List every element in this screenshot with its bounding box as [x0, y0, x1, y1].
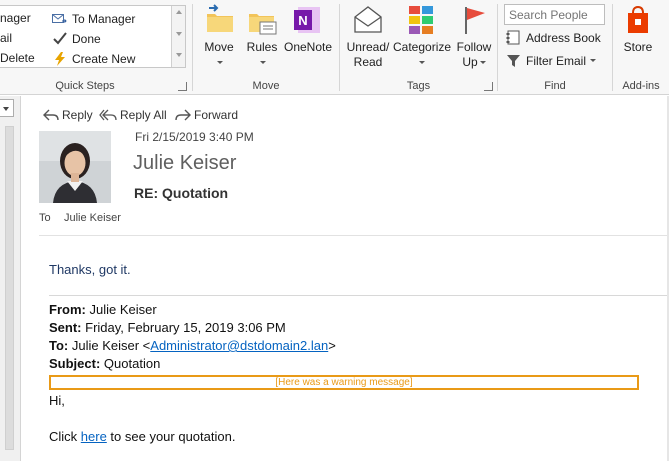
- message-body: Thanks, got it. From: Julie Keiser Sent:…: [22, 96, 669, 461]
- warning-banner: [Here was a warning message]: [49, 375, 639, 390]
- address-book-button[interactable]: Address Book: [506, 30, 601, 45]
- quick-step-to-manager-partial[interactable]: nager: [0, 11, 31, 25]
- unread-read-button[interactable]: Unread/ Read: [344, 4, 392, 70]
- rules-dropdown-icon: [260, 61, 266, 65]
- follow-up-dropdown-icon: [479, 61, 486, 65]
- envelope-arrow-icon: [52, 11, 67, 26]
- here-link[interactable]: here: [81, 429, 107, 444]
- more-icon[interactable]: [176, 53, 182, 57]
- folder-pane-collapsed: [0, 96, 21, 461]
- onenote-button[interactable]: N OneNote: [282, 4, 334, 55]
- tags-label: Tags: [406, 80, 431, 92]
- quote-divider: [49, 295, 669, 296]
- scroll-up-icon[interactable]: [176, 10, 182, 14]
- click-here-line: Click here to see your quotation.: [49, 429, 236, 444]
- rules-folder-icon: [246, 4, 278, 36]
- tags-launcher-icon[interactable]: [484, 82, 493, 91]
- greeting-text: Hi,: [49, 393, 65, 408]
- move-dropdown-icon: [217, 61, 223, 65]
- store-button[interactable]: Store: [617, 4, 659, 55]
- move-button[interactable]: Move: [201, 4, 237, 70]
- flag-icon: [458, 4, 490, 36]
- store-bag-icon: [622, 4, 654, 36]
- onenote-icon: N: [292, 4, 324, 36]
- move-folder-icon: [203, 4, 235, 36]
- quick-step-done[interactable]: Done: [52, 31, 101, 46]
- quoted-sent-line: Sent: Friday, February 15, 2019 3:06 PM: [49, 320, 286, 335]
- categorize-icon: [405, 4, 437, 36]
- lightning-icon: [52, 51, 67, 66]
- quick-steps-gallery: nager To Manager ail Done Delete Create …: [0, 5, 186, 68]
- quick-step-create-new[interactable]: Create New: [52, 51, 135, 66]
- quoted-from-line: From: Julie Keiser: [49, 302, 157, 317]
- addins-label: Add-ins: [622, 80, 660, 92]
- follow-up-button[interactable]: Follow Up: [452, 4, 496, 70]
- quick-step-to-manager[interactable]: To Manager: [52, 11, 135, 26]
- ribbon: nager To Manager ail Done Delete Create …: [0, 0, 669, 95]
- filter-funnel-icon: [506, 53, 521, 68]
- scroll-down-icon[interactable]: [176, 32, 182, 36]
- tags-group: Unread/ Read Categorize Follow Up Tags: [340, 0, 497, 95]
- quick-step-delete-partial[interactable]: Delete: [0, 51, 35, 65]
- quick-steps-label: Quick Steps: [55, 80, 115, 92]
- envelope-open-icon: [352, 4, 384, 36]
- rules-button[interactable]: Rules: [244, 4, 280, 70]
- filter-email-dropdown-icon: [590, 59, 597, 62]
- filter-email-button[interactable]: Filter Email: [506, 53, 597, 68]
- categorize-button[interactable]: Categorize: [393, 4, 451, 70]
- quick-steps-launcher-icon[interactable]: [178, 82, 187, 91]
- quick-steps-scroll[interactable]: [171, 6, 185, 67]
- message-list-scrollbar[interactable]: [5, 126, 14, 450]
- reading-pane: Reply Reply All Forward Fri 2/15/2019 3:…: [22, 96, 669, 461]
- reply-text: Thanks, got it.: [49, 262, 131, 277]
- address-book-icon: [506, 30, 521, 45]
- quick-steps-group: nager To Manager ail Done Delete Create …: [0, 0, 192, 95]
- categorize-dropdown-icon: [419, 61, 425, 65]
- find-label: Find: [544, 80, 566, 92]
- quick-step-email-partial[interactable]: ail: [0, 31, 12, 45]
- svg-text:N: N: [298, 13, 307, 28]
- email-link[interactable]: Administrator@dstdomain2.lan: [150, 338, 328, 353]
- folder-pane-dropdown[interactable]: [0, 99, 14, 117]
- addins-group: Store Add-ins: [613, 0, 669, 95]
- search-people-input[interactable]: [504, 4, 605, 25]
- checkmark-icon: [52, 31, 67, 46]
- quoted-to-line: To: Julie Keiser <Administrator@dstdomai…: [49, 338, 336, 353]
- quoted-subject-line: Subject: Quotation: [49, 356, 161, 371]
- move-label: Move: [252, 80, 280, 92]
- move-group: Move Rules N OneNote Move: [193, 0, 339, 95]
